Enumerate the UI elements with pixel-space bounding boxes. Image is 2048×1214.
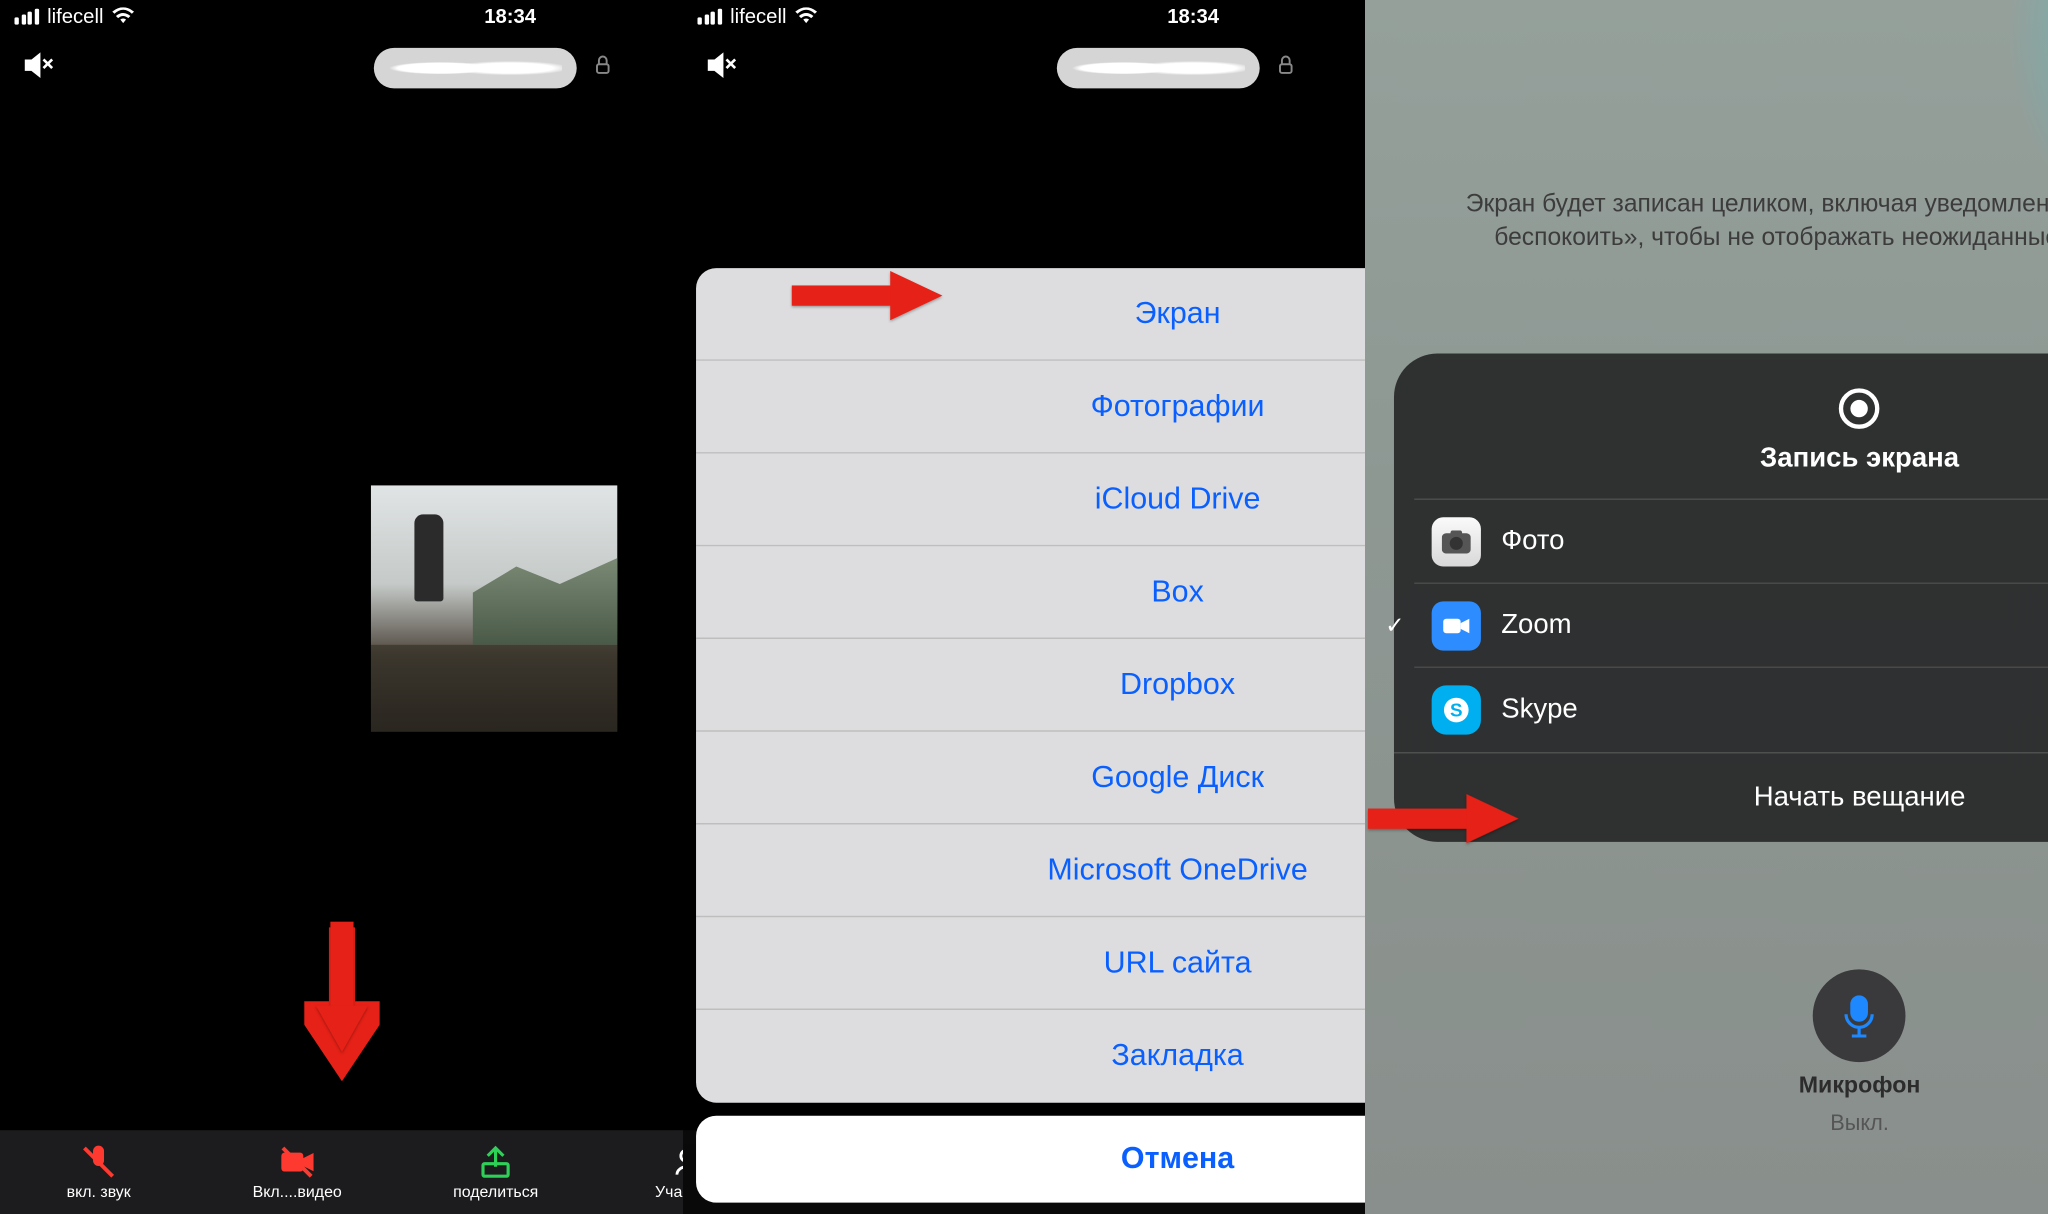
lock-icon [1274,53,1297,83]
annotation-arrow-screen [791,268,950,330]
mic-toggle-button[interactable] [1814,969,1907,1062]
video-button[interactable]: Вкл....видео [253,1143,342,1201]
mic-label: Микрофон [1799,1074,1921,1100]
speaker-muted-icon[interactable] [20,47,55,89]
broadcast-title: Запись экрана [1760,443,1959,475]
signal-icon [14,8,38,24]
broadcast-app-photo[interactable]: Фото [1415,500,2048,584]
meeting-title-redacted [1057,48,1260,89]
skype-app-icon: S [1432,685,1481,734]
status-time: 18:34 [1167,4,1219,27]
carrier-name: lifecell [730,4,786,27]
lock-icon [592,53,615,83]
zoom-app-icon [1432,601,1481,650]
broadcast-app-skype[interactable]: S Skype [1415,668,2048,752]
carrier-name: lifecell [47,4,103,27]
annotation-arrow-start [1368,791,1527,853]
speaker-muted-icon[interactable] [703,47,738,89]
main-video-thumbnail[interactable] [371,485,617,731]
mute-button[interactable]: вкл. звук [55,1143,142,1201]
svg-text:S: S [1450,700,1463,721]
broadcast-card: Запись экрана Фото ✓ Zoom S Skype [1394,354,2048,842]
signal-icon [697,8,721,24]
ios-broadcast-panel: Экран будет записан целиком, включая уве… [1365,0,2048,1214]
wifi-icon [112,7,135,24]
mic-state: Выкл. [1831,1111,1890,1136]
annotation-arrow-down-stem [316,922,368,1068]
wifi-icon [795,7,818,24]
check-icon: ✓ [1386,611,1405,640]
broadcast-app-zoom[interactable]: ✓ Zoom [1415,584,2048,668]
meeting-title-redacted [374,48,577,89]
share-button[interactable]: поделиться [452,1143,539,1201]
record-icon [1840,388,1881,429]
photo-app-icon [1432,517,1481,566]
broadcast-warning: Экран будет записан целиком, включая уве… [1409,188,2048,254]
status-time: 18:34 [484,4,536,27]
